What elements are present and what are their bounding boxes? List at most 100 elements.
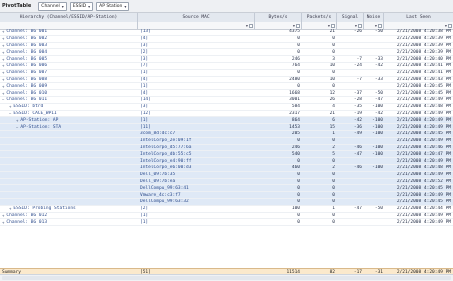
table-row[interactable]: + ESSID: Probing Stations [2] 100 1 -47 -50 2/2… xyxy=(0,206,453,213)
table-row[interactable]: 3com_8d:dc:c7 205 1 -49 -100 2/21/2008 4:20:4… xyxy=(0,131,453,138)
hierarchy-cell[interactable]: − Channel: BG 011 xyxy=(0,97,138,103)
table-row[interactable]: + Channel: BG 012 [1] 0 0 2/21/2008 4:20:49 P… xyxy=(0,213,453,220)
hierarchy-cell[interactable]: + Channel: BG 006 xyxy=(0,63,138,69)
column-header-noise[interactable]: Noise xyxy=(364,13,384,22)
table-row[interactable]: + Channel: BG 006 [7] 764 10 -24 -42 2/21/2008 … xyxy=(0,63,453,70)
hierarchy-cell[interactable]: − ESSID: CACE_WPII xyxy=(0,111,138,117)
column-header-bytes[interactable]: Bytes/s xyxy=(255,13,302,22)
hierarchy-cell[interactable]: + ESSID: Probing Stations xyxy=(0,206,138,212)
table-row[interactable]: IntelCorpo_d5:77:6a 246 2 -46 -100 2/21/2008 … xyxy=(0,144,453,152)
table-row[interactable]: DellCompu_99:63:32 0 0 2/21/2008 4:20:45 PM xyxy=(0,199,453,206)
table-row[interactable]: + Channel: BG 005 [3] 246 3 -7 -33 2/21/2008 4:… xyxy=(0,56,453,63)
expand-icon[interactable]: + xyxy=(2,57,4,62)
expand-icon[interactable]: + xyxy=(2,220,4,225)
hierarchy-cell[interactable]: + Channel: BG 002 xyxy=(0,36,138,42)
filter-cell[interactable]: ▼ xyxy=(255,22,302,29)
collapse-icon[interactable]: − xyxy=(2,97,4,102)
filter-box[interactable] xyxy=(331,23,335,28)
table-row[interactable]: + Channel: BG 007 [1] 0 0 2/21/2008 4:20:41 P… xyxy=(0,70,453,77)
table-row[interactable]: Dell_09:7b:ea 0 0 2/21/2008 4:20:52 PM xyxy=(0,178,453,186)
table-row[interactable]: Dell_09:7b:35 0 0 2/21/2008 4:20:49 PM xyxy=(0,171,453,179)
table-row[interactable]: DellCompu_99:63:41 0 0 2/21/2008 4:20:45 PM xyxy=(0,185,453,193)
hierarchy-cell[interactable]: + ESSID: btrd xyxy=(0,104,138,110)
filter-icon[interactable]: ▼ xyxy=(246,24,248,28)
column-header-packets[interactable]: Packets/s xyxy=(302,13,337,22)
hierarchy-cell[interactable]: + Channel: BG 010 xyxy=(0,90,138,96)
table-row[interactable]: + Channel: BG 008 [4] 2480 10 -7 -33 2/21/2008 … xyxy=(0,77,453,84)
filter-cell[interactable]: ▼ xyxy=(138,22,255,29)
table-row[interactable]: − ESSID: CACE_WPII [12] 2317 21 -19 -42 2/21/20… xyxy=(0,111,453,118)
table-row[interactable]: + Channel: BG 013 [1] 0 0 2/21/2008 4:20:49 P… xyxy=(0,219,453,227)
filter-box[interactable] xyxy=(358,23,362,28)
expand-icon[interactable]: + xyxy=(2,50,4,55)
table-row[interactable]: IntelCorpo_2e:09:1f 0 0 2/21/2008 4:20:49 P… xyxy=(0,137,453,145)
table-row[interactable]: + Channel: BG 003 [3] 0 0 2/21/2008 4:20:39 P… xyxy=(0,43,453,50)
hierarchy-cell[interactable]: + Channel: BG 003 xyxy=(0,43,138,49)
expand-icon[interactable]: + xyxy=(2,63,4,68)
table-row[interactable]: + Channel: BG 004 [2] 0 0 2/21/2008 4:20:39 P… xyxy=(0,49,453,57)
table-row[interactable]: + Channel: BG 002 [4] 0 0 2/21/2008 4:20:39 P… xyxy=(0,36,453,43)
hierarchy-cell[interactable]: + Channel: BG 012 xyxy=(0,213,138,219)
table-row[interactable]: IntelCorpo_e6:00:d3 460 2 -46 -100 2/21/2008 … xyxy=(0,165,453,172)
filter-icon[interactable]: ▼ xyxy=(445,24,447,28)
expand-icon[interactable]: + xyxy=(16,118,18,123)
hierarchy-cell[interactable] xyxy=(0,199,138,205)
hierarchy-cell[interactable] xyxy=(0,165,138,171)
hierarchy-cell[interactable]: + Channel: BG 013 xyxy=(0,219,138,225)
expand-icon[interactable]: + xyxy=(2,70,4,75)
hierarchy-cell[interactable]: + Channel: BG 007 xyxy=(0,70,138,76)
filter-cell[interactable]: ▼ xyxy=(364,22,384,29)
hierarchy-cell[interactable]: + Channel: BG 009 xyxy=(0,83,138,89)
filter-icon[interactable]: ▼ xyxy=(375,24,377,28)
expand-icon[interactable]: + xyxy=(2,77,4,82)
table-row[interactable]: + ESSID: btrd [3] 584 4 -35 -100 2/21/2008 4:20… xyxy=(0,104,453,111)
hierarchy-cell[interactable]: − AP-Station: STA xyxy=(0,124,138,130)
filter-box[interactable] xyxy=(249,23,253,28)
expand-icon[interactable]: + xyxy=(2,91,4,96)
hierarchy-cell[interactable]: + Channel: BG 001 xyxy=(0,29,138,35)
filter-icon[interactable]: ▼ xyxy=(293,24,295,28)
filter-box[interactable] xyxy=(296,23,300,28)
hierarchy-cell[interactable] xyxy=(0,145,138,151)
table-row[interactable]: + AP-Station: AP [1] 864 6 -42 -100 2/21/2008 4… xyxy=(0,117,453,125)
expand-icon[interactable]: + xyxy=(2,213,4,218)
table-row[interactable]: Vmware_4c:c3:f7 0 0 2/21/2008 4:20:49 PM xyxy=(0,192,453,199)
hierarchy-cell[interactable] xyxy=(0,179,138,185)
hierarchy-cell[interactable]: + Channel: BG 008 xyxy=(0,77,138,83)
filter-cell[interactable]: ▼ xyxy=(302,22,337,29)
column-header-signal[interactable]: Signal xyxy=(337,13,364,22)
hierarchy-cell[interactable] xyxy=(0,172,138,178)
channel-field-chip[interactable]: Channel ▾ xyxy=(38,1,67,11)
hierarchy-cell[interactable] xyxy=(0,158,138,164)
filter-icon[interactable]: ▼ xyxy=(355,24,357,28)
filter-box[interactable] xyxy=(448,23,452,28)
expand-icon[interactable]: + xyxy=(9,206,11,211)
table-row[interactable]: − Channel: BG 011 [14] 3001 26 -28 -47 2/21/200… xyxy=(0,97,453,104)
scrollbar-thumb[interactable] xyxy=(2,276,451,280)
table-row[interactable]: + Channel: BG 010 [4] 1668 12 -37 -50 2/21/2008… xyxy=(0,90,453,97)
filter-cell[interactable] xyxy=(0,22,138,29)
table-row[interactable]: − AP-Station: STA [11] 1453 15 -36 -100 2/21/20… xyxy=(0,124,453,131)
collapse-icon[interactable]: − xyxy=(9,111,11,116)
table-row[interactable]: IntelCorpo_db:55:c5 540 5 -47 -100 2/21/2008 … xyxy=(0,151,453,159)
expand-icon[interactable]: + xyxy=(2,43,4,48)
table-row[interactable]: + Channel: BG 009 [1] 0 0 2/21/2008 4:20:45 P… xyxy=(0,83,453,91)
hierarchy-cell[interactable] xyxy=(0,138,138,144)
filter-box[interactable] xyxy=(378,23,382,28)
expand-icon[interactable]: + xyxy=(2,29,4,34)
hierarchy-cell[interactable]: + Channel: BG 004 xyxy=(0,49,138,55)
filter-cell[interactable]: ▼ xyxy=(384,22,453,29)
filter-icon[interactable]: ▼ xyxy=(328,24,330,28)
hierarchy-cell[interactable] xyxy=(0,185,138,191)
hierarchy-cell[interactable]: + AP-Station: AP xyxy=(0,117,138,123)
expand-icon[interactable]: + xyxy=(2,84,4,89)
ap-station-field-chip[interactable]: AP Station ▾ xyxy=(96,1,130,11)
collapse-icon[interactable]: − xyxy=(16,125,18,130)
expand-icon[interactable]: + xyxy=(2,36,4,41)
filter-cell[interactable]: ▼ xyxy=(337,22,364,29)
table-row[interactable]: + Channel: BG 001 [13] 4375 21 -26 -50 2/21/200… xyxy=(0,29,453,36)
essid-field-chip[interactable]: ESSID ▾ xyxy=(69,1,94,11)
expand-icon[interactable]: + xyxy=(9,104,11,109)
hierarchy-cell[interactable] xyxy=(0,192,138,198)
column-header-last-seen[interactable]: Last Seen xyxy=(384,13,453,22)
